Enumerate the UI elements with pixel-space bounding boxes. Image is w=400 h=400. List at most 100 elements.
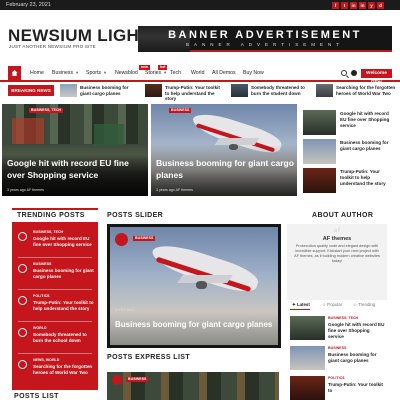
- trending-item[interactable]: BUSINESS, TECH Google hit with record EU…: [18, 230, 96, 260]
- nav-item-stories[interactable]: Stories ▼ hot: [145, 65, 168, 77]
- plane-image: [148, 238, 262, 298]
- category-badge[interactable]: BUSINESS: [133, 236, 156, 241]
- list-item[interactable]: BUSINESS, TECH Google hit with record EU…: [290, 316, 390, 342]
- tab-trending[interactable]: ☆ Trending: [353, 302, 375, 308]
- tab-label: Popular: [327, 302, 343, 307]
- breaking-title: Business booming for giant cargo planes: [80, 85, 129, 96]
- thumbnail: [316, 84, 333, 97]
- list-item[interactable]: BUSINESS Business booming for giant carg…: [290, 346, 390, 372]
- section-divider: [12, 208, 98, 210]
- welcome-offer-button[interactable]: Welcome Offer: [361, 69, 392, 85]
- item-category: BUSINESS: [33, 262, 52, 266]
- market-sign: [12, 118, 44, 144]
- post-meta: 3 YRS AGO: [115, 308, 136, 312]
- linkedin-icon[interactable]: in: [359, 1, 366, 9]
- tab-popular[interactable]: ☆ Popular: [322, 302, 342, 308]
- index-circle: [18, 264, 27, 273]
- express-post[interactable]: BUSINESS: [107, 372, 279, 400]
- category-badge[interactable]: BUSINESS, TECH: [29, 108, 64, 113]
- hero-side-list: Google hit with record EU fine over Shop…: [303, 110, 395, 196]
- nav-item-home[interactable]: Home: [30, 69, 44, 77]
- nav-item-sports[interactable]: Sports ▼: [86, 69, 107, 77]
- author-name[interactable]: AF themes: [293, 236, 381, 242]
- item-category: NEWS, WORLD: [33, 358, 60, 362]
- chevron-down-icon: ▼: [103, 70, 107, 75]
- post-meta: 3 years ago AF themes: [7, 188, 44, 192]
- nav-item-world[interactable]: World: [191, 69, 204, 77]
- active-tab-indicator: [290, 309, 310, 310]
- item-title: Somebody threatened to burn the school d…: [33, 332, 87, 343]
- chevron-down-icon: ▼: [75, 70, 80, 75]
- trending-posts: BUSINESS, TECH Google hit with record EU…: [12, 222, 98, 390]
- nav-item-all-demos[interactable]: All Demos: [212, 69, 236, 77]
- breaking-item[interactable]: Trump-Putin: Your toolkit to help unders…: [145, 84, 229, 101]
- nav-item-newsblod[interactable]: Newsblod new: [115, 65, 150, 77]
- slider-type-icon: [115, 233, 128, 246]
- search-icon[interactable]: [341, 70, 347, 76]
- nav-item-buy-now[interactable]: Buy Now: [243, 69, 264, 77]
- dribbble-icon[interactable]: d: [377, 1, 384, 9]
- trending-item[interactable]: POLITICS Trump-Putin: Your toolkit to he…: [18, 294, 96, 324]
- trending-heading: TRENDING POSTS: [17, 212, 85, 219]
- about-heading: ABOUT AUTHOR: [312, 212, 374, 219]
- list-item[interactable]: POLITICS Trump-Putin: Your toolkit to: [290, 376, 390, 400]
- banner-advertisement[interactable]: BANNER ADVERTISEMENT BANNER ADVERTISEMEN…: [138, 26, 392, 52]
- item-category: POLITICS: [33, 294, 50, 298]
- hero-post-center[interactable]: BUSINESS Business booming for giant carg…: [151, 104, 297, 196]
- trending-item[interactable]: WORLD Somebody threatened to burn the sc…: [18, 326, 96, 356]
- dark-mode-icon[interactable]: [351, 70, 357, 76]
- facebook-icon[interactable]: f: [332, 1, 339, 9]
- item-category: BUSINESS: [328, 346, 347, 350]
- top-bar: February 23, 2021 f t in in y d: [0, 0, 400, 10]
- nav-item-tech[interactable]: Tech: [170, 69, 181, 77]
- breaking-news-label: BREAKING NEWS: [8, 85, 54, 96]
- list-item[interactable]: Business booming for giant cargo planes: [303, 139, 393, 164]
- author-watermark: af: [333, 227, 341, 234]
- thumbnail: [290, 346, 325, 370]
- thumbnail: [290, 316, 325, 340]
- youtube-icon[interactable]: y: [368, 1, 375, 9]
- breaking-item[interactable]: Searching for the forgotten heroes of Wo…: [316, 84, 398, 97]
- list-item[interactable]: Trump-Putin: Your toolkit to help unders…: [303, 168, 393, 193]
- category-badge[interactable]: BUSINESS: [126, 377, 149, 382]
- nav-item-business[interactable]: Business ▼: [52, 69, 79, 77]
- home-button[interactable]: [8, 66, 21, 80]
- index-circle: [18, 328, 27, 337]
- list-item[interactable]: Google hit with record EU fine over Shop…: [303, 110, 393, 135]
- nav-label: Buy Now: [243, 70, 264, 76]
- nav-label: Stories: [145, 70, 162, 76]
- nav-label: Tech: [170, 70, 181, 76]
- trending-item[interactable]: NEWS, WORLD Searching for the forgotten …: [18, 358, 96, 388]
- hero-post-left[interactable]: BUSINESS, TECH Google hit with record EU…: [2, 104, 148, 196]
- latest-tabs: ✦ Latest ☆ Popular ☆ Trending: [290, 300, 390, 310]
- nav-label: Sports: [86, 70, 101, 76]
- thumbnail: [60, 84, 77, 97]
- banner-text: BANNER ADVERTISEMENT: [168, 29, 362, 41]
- breaking-item[interactable]: Business booming for giant cargo planes: [60, 84, 142, 97]
- category-badge[interactable]: BUSINESS: [169, 108, 192, 113]
- tab-label: Latest: [296, 302, 310, 307]
- posts-list-heading: POSTS LIST: [14, 393, 59, 400]
- posts-slider[interactable]: BUSINESS 3 YRS AGO Business booming for …: [107, 224, 281, 348]
- instagram-icon[interactable]: in: [350, 1, 357, 9]
- index-circle: [18, 296, 27, 305]
- plane-engine: [196, 281, 207, 289]
- breaking-title: Trump-Putin: Your toolkit to help unders…: [165, 85, 220, 101]
- chevron-down-icon: ▼: [163, 70, 168, 75]
- twitter-icon[interactable]: t: [341, 1, 348, 9]
- breaking-item[interactable]: Somebody threatened to burn the student …: [231, 84, 315, 97]
- current-date: February 23, 2021: [6, 2, 51, 8]
- latest-list: BUSINESS, TECH Google hit with record EU…: [290, 316, 390, 400]
- post-type-icon: [112, 375, 122, 385]
- list-item-title: Google hit with record EU fine over Shop…: [340, 111, 390, 128]
- hero-title[interactable]: Business booming for giant cargo planes: [156, 157, 294, 181]
- tab-latest[interactable]: ✦ Latest: [292, 302, 310, 308]
- item-title: Searching for the forgotten heroes of Wo…: [33, 364, 93, 375]
- site-title[interactable]: NEWSIUM LIGHT: [8, 26, 150, 46]
- trending-item[interactable]: BUSINESS Business booming for giant carg…: [18, 262, 96, 292]
- slider-heading: POSTS SLIDER: [107, 212, 164, 219]
- hero-title[interactable]: Google hit with record EU fine over Shop…: [7, 157, 145, 181]
- slider-title[interactable]: Business booming for giant cargo planes: [115, 319, 280, 330]
- divider: [18, 353, 92, 354]
- post-meta: 3 years ago AF themes: [156, 188, 193, 192]
